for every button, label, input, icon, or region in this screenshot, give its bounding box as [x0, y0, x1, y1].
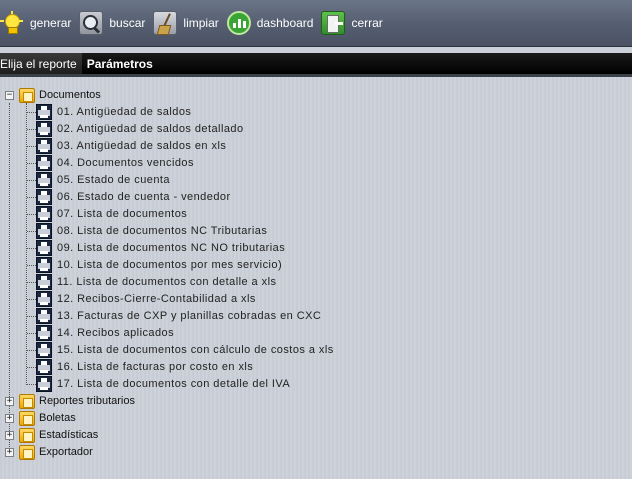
expand-toggle[interactable]: +: [5, 397, 14, 406]
tree-report-label: 08. Lista de documentos NC Tributarias: [57, 225, 268, 237]
tree-report-item[interactable]: 05. Estado de cuenta: [0, 172, 420, 189]
printer-icon: [36, 172, 52, 188]
tree-report-label: 14. Recibos aplicados: [57, 327, 175, 339]
tree-report-label: 07. Lista de documentos: [57, 208, 188, 220]
tree-report-label: 13. Facturas de CXP y planillas cobradas…: [57, 310, 322, 322]
tree-report-label: 16. Lista de facturas por costo en xls: [57, 361, 254, 373]
dashboard-label: dashboard: [256, 16, 314, 30]
tree-report-label: 06. Estado de cuenta - vendedor: [57, 191, 231, 203]
tree-report-label: 10. Lista de documentos por mes servicio…: [57, 259, 283, 271]
tree-report-item[interactable]: 07. Lista de documentos: [0, 206, 420, 223]
tree-report-label: 09. Lista de documentos NC NO tributaria…: [57, 242, 286, 254]
cerrar-button[interactable]: cerrar: [321, 8, 383, 38]
tree-report-label: 05. Estado de cuenta: [57, 174, 170, 186]
printer-icon: [36, 308, 52, 324]
expand-toggle[interactable]: +: [5, 431, 14, 440]
tree-folder-label: Reportes tributarios: [39, 395, 135, 407]
folder-icon: [19, 394, 35, 409]
tree-folder-label: Exportador: [39, 446, 93, 458]
printer-icon: [36, 359, 52, 375]
printer-icon: [36, 189, 52, 205]
expand-toggle[interactable]: +: [5, 448, 14, 457]
printer-icon: [36, 240, 52, 256]
exit-door-icon: [321, 11, 346, 35]
collapse-toggle[interactable]: −: [5, 91, 14, 100]
tree-folder-collapsed[interactable]: + Exportador: [0, 444, 200, 461]
tree-report-item[interactable]: 03. Antigüedad de saldos en xls: [0, 138, 420, 155]
tree-report-item[interactable]: 04. Documentos vencidos: [0, 155, 420, 172]
dashboard-button[interactable]: dashboard: [226, 8, 314, 38]
generar-button[interactable]: generar: [0, 8, 71, 38]
tree-report-item[interactable]: 01. Antigüedad de saldos: [0, 104, 420, 121]
tree-report-item[interactable]: 10. Lista de documentos por mes servicio…: [0, 257, 420, 274]
printer-icon: [36, 121, 52, 137]
dashboard-chart-icon: [226, 11, 251, 35]
tree-report-label: 11. Lista de documentos con detalle a xl…: [57, 276, 277, 288]
tree-folder-collapsed[interactable]: + Reportes tributarios: [0, 393, 200, 410]
folder-icon: [19, 428, 35, 443]
tree-report-label: 02. Antigüedad de saldos detallado: [57, 123, 244, 135]
printer-icon: [36, 155, 52, 171]
printer-icon: [36, 138, 52, 154]
printer-icon: [36, 325, 52, 341]
tree-report-item[interactable]: 11. Lista de documentos con detalle a xl…: [0, 274, 420, 291]
tree-report-label: 03. Antigüedad de saldos en xls: [57, 140, 227, 152]
printer-icon: [36, 223, 52, 239]
tab-elija-el-reporte[interactable]: Elija el reporte: [0, 53, 82, 74]
folder-icon: [19, 88, 35, 103]
cerrar-label: cerrar: [351, 16, 383, 30]
tree-report-item[interactable]: 16. Lista de facturas por costo en xls: [0, 359, 420, 376]
tab-parametros[interactable]: Parámetros: [82, 53, 158, 74]
tree-report-label: 17. Lista de documentos con detalle del …: [57, 378, 291, 390]
folder-icon: [19, 411, 35, 426]
tree-report-item[interactable]: 15. Lista de documentos con cálculo de c…: [0, 342, 420, 359]
tree-report-label: 01. Antigüedad de saldos: [57, 106, 192, 118]
tree-report-item[interactable]: 13. Facturas de CXP y planillas cobradas…: [0, 308, 420, 325]
tree-report-item[interactable]: 06. Estado de cuenta - vendedor: [0, 189, 420, 206]
tree-folder-documentos[interactable]: − Documentos: [0, 87, 200, 104]
report-tree: − Documentos 01. Antigüedad de saldos 02.…: [0, 77, 632, 479]
tree-folder-label: Estadísticas: [39, 429, 99, 441]
printer-icon: [36, 257, 52, 273]
buscar-label: buscar: [109, 16, 146, 30]
printer-icon: [36, 376, 52, 392]
tree-folder-collapsed[interactable]: + Boletas: [0, 410, 200, 427]
tree-report-item[interactable]: 14. Recibos aplicados: [0, 325, 420, 342]
tree-report-label: 04. Documentos vencidos: [57, 157, 194, 169]
tree-folder-label: Documentos: [39, 89, 101, 101]
expand-toggle[interactable]: +: [5, 414, 14, 423]
printer-icon: [36, 206, 52, 222]
tree-report-item[interactable]: 12. Recibos-Cierre-Contabilidad a xls: [0, 291, 420, 308]
printer-icon: [36, 342, 52, 358]
tab-bar: Elija el reporte Parámetros: [0, 53, 632, 74]
broom-icon: [153, 11, 178, 35]
limpiar-button[interactable]: limpiar: [153, 8, 219, 38]
magnifier-icon: [79, 11, 104, 35]
tree-folder-label: Boletas: [39, 412, 76, 424]
lightbulb-icon: [0, 11, 24, 35]
generar-label: generar: [30, 16, 72, 30]
printer-icon: [36, 104, 52, 120]
toolbar: generar buscar limpiar dashboard cerrar: [0, 0, 632, 47]
printer-icon: [36, 291, 52, 307]
folder-icon: [19, 445, 35, 460]
tree-report-item[interactable]: 08. Lista de documentos NC Tributarias: [0, 223, 420, 240]
printer-icon: [36, 274, 52, 290]
tree-report-item[interactable]: 09. Lista de documentos NC NO tributaria…: [0, 240, 420, 257]
limpiar-label: limpiar: [183, 16, 219, 30]
tree-report-label: 15. Lista de documentos con cálculo de c…: [57, 344, 334, 356]
buscar-button[interactable]: buscar: [79, 8, 145, 38]
tree-report-item[interactable]: 02. Antigüedad de saldos detallado: [0, 121, 420, 138]
tree-folder-collapsed[interactable]: + Estadísticas: [0, 427, 200, 444]
tree-report-label: 12. Recibos-Cierre-Contabilidad a xls: [57, 293, 256, 305]
tree-report-item[interactable]: 17. Lista de documentos con detalle del …: [0, 376, 420, 393]
